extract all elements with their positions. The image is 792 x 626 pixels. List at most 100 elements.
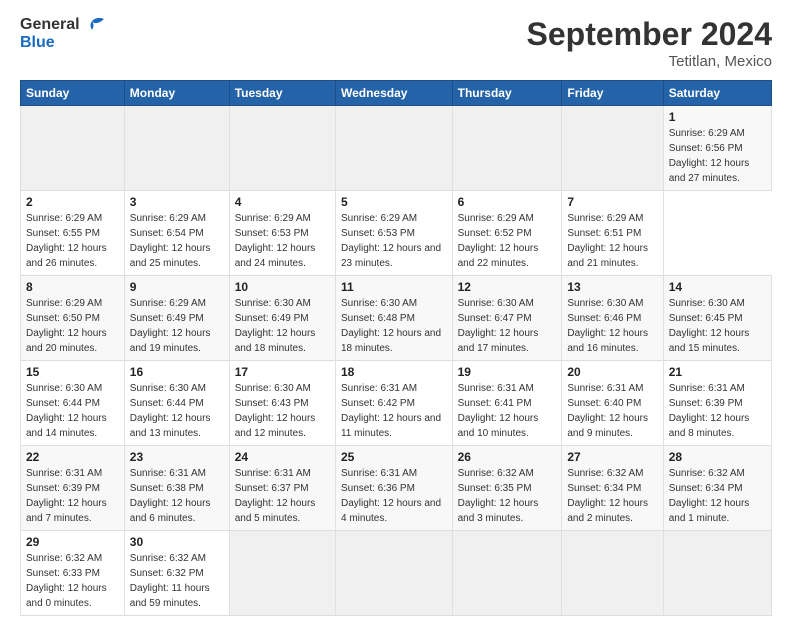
- day-info: Sunrise: 6:29 AMSunset: 6:52 PMDaylight:…: [458, 213, 539, 269]
- calendar-day-cell: [452, 106, 562, 191]
- calendar-week-row: 8 Sunrise: 6:29 AMSunset: 6:50 PMDayligh…: [21, 276, 772, 361]
- calendar-day-cell: 29 Sunrise: 6:32 AMSunset: 6:33 PMDaylig…: [21, 531, 125, 616]
- day-number: 30: [130, 535, 224, 549]
- calendar-day-cell: 12 Sunrise: 6:30 AMSunset: 6:47 PMDaylig…: [452, 276, 562, 361]
- calendar-day-cell: 24 Sunrise: 6:31 AMSunset: 6:37 PMDaylig…: [229, 446, 335, 531]
- day-number: 2: [26, 195, 119, 209]
- day-info: Sunrise: 6:31 AMSunset: 6:42 PMDaylight:…: [341, 383, 441, 439]
- calendar-day-cell: 20 Sunrise: 6:31 AMSunset: 6:40 PMDaylig…: [562, 361, 663, 446]
- calendar-day-cell: [663, 531, 771, 616]
- title-area: September 2024 Tetitlan, Mexico: [527, 16, 772, 70]
- day-number: 13: [567, 280, 657, 294]
- calendar-day-cell: 30 Sunrise: 6:32 AMSunset: 6:32 PMDaylig…: [124, 531, 229, 616]
- calendar-day-cell: 27 Sunrise: 6:32 AMSunset: 6:34 PMDaylig…: [562, 446, 663, 531]
- day-info: Sunrise: 6:32 AMSunset: 6:32 PMDaylight:…: [130, 553, 210, 609]
- location: Tetitlan, Mexico: [527, 53, 772, 70]
- logo-blue: Blue: [20, 34, 55, 52]
- day-info: Sunrise: 6:29 AMSunset: 6:51 PMDaylight:…: [567, 213, 648, 269]
- day-info: Sunrise: 6:30 AMSunset: 6:43 PMDaylight:…: [235, 383, 316, 439]
- calendar-week-row: 15 Sunrise: 6:30 AMSunset: 6:44 PMDaylig…: [21, 361, 772, 446]
- day-number: 21: [669, 365, 766, 379]
- day-info: Sunrise: 6:30 AMSunset: 6:44 PMDaylight:…: [26, 383, 107, 439]
- day-info: Sunrise: 6:31 AMSunset: 6:39 PMDaylight:…: [26, 468, 107, 524]
- day-info: Sunrise: 6:29 AMSunset: 6:55 PMDaylight:…: [26, 213, 107, 269]
- day-info: Sunrise: 6:31 AMSunset: 6:39 PMDaylight:…: [669, 383, 750, 439]
- day-number: 12: [458, 280, 557, 294]
- calendar-day-cell: 3 Sunrise: 6:29 AMSunset: 6:54 PMDayligh…: [124, 191, 229, 276]
- day-info: Sunrise: 6:30 AMSunset: 6:49 PMDaylight:…: [235, 298, 316, 354]
- calendar-day-cell: 1 Sunrise: 6:29 AMSunset: 6:56 PMDayligh…: [663, 106, 771, 191]
- calendar-day-cell: 6 Sunrise: 6:29 AMSunset: 6:52 PMDayligh…: [452, 191, 562, 276]
- day-number: 9: [130, 280, 224, 294]
- day-number: 10: [235, 280, 330, 294]
- header: General Blue September 2024 Tetitlan, Me…: [20, 16, 772, 70]
- day-number: 19: [458, 365, 557, 379]
- day-info: Sunrise: 6:29 AMSunset: 6:56 PMDaylight:…: [669, 128, 750, 184]
- calendar-day-cell: [562, 531, 663, 616]
- day-info: Sunrise: 6:32 AMSunset: 6:34 PMDaylight:…: [669, 468, 750, 524]
- calendar-day-cell: 4 Sunrise: 6:29 AMSunset: 6:53 PMDayligh…: [229, 191, 335, 276]
- header-sunday: Sunday: [21, 81, 125, 106]
- calendar-day-cell: 5 Sunrise: 6:29 AMSunset: 6:53 PMDayligh…: [335, 191, 452, 276]
- day-number: 17: [235, 365, 330, 379]
- day-number: 20: [567, 365, 657, 379]
- calendar-week-row: 29 Sunrise: 6:32 AMSunset: 6:33 PMDaylig…: [21, 531, 772, 616]
- calendar-day-cell: 22 Sunrise: 6:31 AMSunset: 6:39 PMDaylig…: [21, 446, 125, 531]
- day-number: 15: [26, 365, 119, 379]
- calendar-day-cell: [124, 106, 229, 191]
- logo: General Blue: [20, 16, 104, 52]
- logo-general: General: [20, 16, 80, 34]
- calendar-day-cell: 11 Sunrise: 6:30 AMSunset: 6:48 PMDaylig…: [335, 276, 452, 361]
- day-number: 8: [26, 280, 119, 294]
- calendar-day-cell: 28 Sunrise: 6:32 AMSunset: 6:34 PMDaylig…: [663, 446, 771, 531]
- day-info: Sunrise: 6:31 AMSunset: 6:36 PMDaylight:…: [341, 468, 441, 524]
- day-number: 24: [235, 450, 330, 464]
- day-number: 14: [669, 280, 766, 294]
- day-number: 1: [669, 110, 766, 124]
- day-number: 7: [567, 195, 657, 209]
- calendar-day-cell: [335, 106, 452, 191]
- day-number: 18: [341, 365, 447, 379]
- calendar-day-cell: 18 Sunrise: 6:31 AMSunset: 6:42 PMDaylig…: [335, 361, 452, 446]
- calendar-day-cell: [229, 106, 335, 191]
- day-info: Sunrise: 6:29 AMSunset: 6:50 PMDaylight:…: [26, 298, 107, 354]
- day-number: 3: [130, 195, 224, 209]
- calendar-day-cell: 15 Sunrise: 6:30 AMSunset: 6:44 PMDaylig…: [21, 361, 125, 446]
- calendar-day-cell: 25 Sunrise: 6:31 AMSunset: 6:36 PMDaylig…: [335, 446, 452, 531]
- day-info: Sunrise: 6:29 AMSunset: 6:54 PMDaylight:…: [130, 213, 211, 269]
- day-info: Sunrise: 6:32 AMSunset: 6:35 PMDaylight:…: [458, 468, 539, 524]
- header-tuesday: Tuesday: [229, 81, 335, 106]
- calendar-table: Sunday Monday Tuesday Wednesday Thursday…: [20, 80, 772, 616]
- header-saturday: Saturday: [663, 81, 771, 106]
- day-number: 23: [130, 450, 224, 464]
- calendar-header-row: Sunday Monday Tuesday Wednesday Thursday…: [21, 81, 772, 106]
- calendar-day-cell: [21, 106, 125, 191]
- calendar-day-cell: 9 Sunrise: 6:29 AMSunset: 6:49 PMDayligh…: [124, 276, 229, 361]
- calendar-day-cell: 10 Sunrise: 6:30 AMSunset: 6:49 PMDaylig…: [229, 276, 335, 361]
- day-number: 5: [341, 195, 447, 209]
- day-info: Sunrise: 6:31 AMSunset: 6:37 PMDaylight:…: [235, 468, 316, 524]
- calendar-day-cell: 7 Sunrise: 6:29 AMSunset: 6:51 PMDayligh…: [562, 191, 663, 276]
- header-wednesday: Wednesday: [335, 81, 452, 106]
- day-number: 4: [235, 195, 330, 209]
- calendar-day-cell: [452, 531, 562, 616]
- day-info: Sunrise: 6:32 AMSunset: 6:33 PMDaylight:…: [26, 553, 107, 609]
- calendar-day-cell: 13 Sunrise: 6:30 AMSunset: 6:46 PMDaylig…: [562, 276, 663, 361]
- day-number: 26: [458, 450, 557, 464]
- calendar-day-cell: 23 Sunrise: 6:31 AMSunset: 6:38 PMDaylig…: [124, 446, 229, 531]
- day-info: Sunrise: 6:30 AMSunset: 6:46 PMDaylight:…: [567, 298, 648, 354]
- calendar-day-cell: [562, 106, 663, 191]
- day-info: Sunrise: 6:32 AMSunset: 6:34 PMDaylight:…: [567, 468, 648, 524]
- header-friday: Friday: [562, 81, 663, 106]
- day-number: 16: [130, 365, 224, 379]
- calendar-week-row: 22 Sunrise: 6:31 AMSunset: 6:39 PMDaylig…: [21, 446, 772, 531]
- day-info: Sunrise: 6:30 AMSunset: 6:47 PMDaylight:…: [458, 298, 539, 354]
- day-info: Sunrise: 6:30 AMSunset: 6:48 PMDaylight:…: [341, 298, 441, 354]
- day-info: Sunrise: 6:30 AMSunset: 6:44 PMDaylight:…: [130, 383, 211, 439]
- header-thursday: Thursday: [452, 81, 562, 106]
- day-info: Sunrise: 6:29 AMSunset: 6:53 PMDaylight:…: [341, 213, 441, 269]
- calendar-day-cell: 26 Sunrise: 6:32 AMSunset: 6:35 PMDaylig…: [452, 446, 562, 531]
- day-number: 28: [669, 450, 766, 464]
- day-info: Sunrise: 6:30 AMSunset: 6:45 PMDaylight:…: [669, 298, 750, 354]
- calendar-day-cell: 16 Sunrise: 6:30 AMSunset: 6:44 PMDaylig…: [124, 361, 229, 446]
